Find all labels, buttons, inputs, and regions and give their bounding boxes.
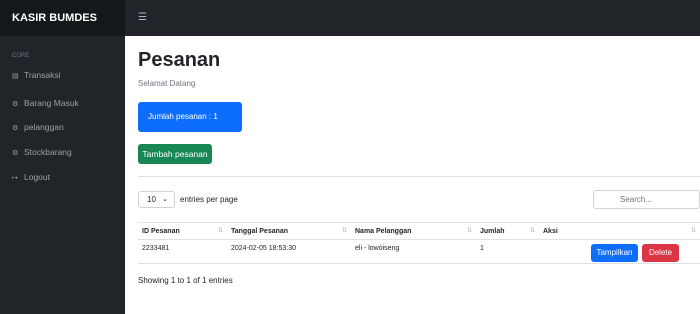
search-input[interactable]: Search... (593, 190, 700, 209)
gear-icon: ⚙ (12, 150, 19, 157)
sidebar-heading: core (12, 53, 30, 59)
sidebar-item-transaksi[interactable]: ▤ Transaksi (12, 70, 61, 80)
show-button[interactable]: Tampilkan (591, 244, 638, 262)
entries-label: entries per page (180, 195, 238, 204)
order-count-card: Jumlah pesanan : 1 (138, 102, 242, 132)
logout-icon: ↦ (12, 175, 18, 182)
sort-icon: ⇅ (529, 228, 535, 234)
entries-value: 10 (147, 195, 156, 204)
sort-icon: ⇅ (690, 228, 696, 234)
column-header-label: Aksi (543, 228, 558, 235)
sidebar-item-label: Barang Masuk (24, 98, 79, 108)
column-header-label: Jumlah (480, 228, 505, 235)
main-content: Pesanan Selamat Datang Jumlah pesanan : … (125, 36, 700, 314)
sort-icon: ⇅ (217, 228, 223, 234)
brand-logo[interactable]: KASIR BUMDES (0, 0, 125, 36)
column-header-action[interactable]: Aksi ⇅ (539, 223, 700, 240)
add-order-button[interactable]: Tambah pesanan (138, 144, 212, 164)
sidebar-item-stockbarang[interactable]: ⚙ Stockbarang (12, 147, 72, 157)
column-header-date[interactable]: Tanggal Pesanan ⇅ (227, 223, 351, 240)
column-header-label: ID Pesanan (142, 228, 180, 235)
sidebar-item-pelanggan[interactable]: ⚙ pelanggan (12, 122, 64, 132)
table-icon: ▤ (12, 73, 19, 80)
sidebar-item-label: Transaksi (24, 70, 61, 80)
delete-button[interactable]: Delete (642, 244, 679, 262)
column-header-name[interactable]: Nama Pelanggan ⇅ (351, 223, 476, 240)
divider (138, 176, 700, 177)
column-header-label: Nama Pelanggan (355, 228, 412, 235)
sidebar-item-label: Logout (24, 172, 50, 182)
sidebar-item-label: Stockbarang (24, 147, 72, 157)
column-header-label: Tanggal Pesanan (231, 228, 289, 235)
column-header-qty[interactable]: Jumlah ⇅ (476, 223, 539, 240)
entries-per-page-select[interactable]: 10 ⌄ (138, 191, 175, 208)
sort-icon: ⇅ (466, 228, 472, 234)
sidebar-item-logout[interactable]: ↦ Logout (12, 172, 50, 182)
page-title: Pesanan (138, 49, 221, 71)
cell-date: 2024-02-05 18:53:30 (231, 245, 296, 252)
column-header-id[interactable]: ID Pesanan ⇅ (138, 223, 227, 240)
chevron-down-icon: ⌄ (162, 196, 168, 203)
sidebar-item-label: pelanggan (24, 122, 64, 132)
cell-name: eli - lowóiseng (355, 245, 400, 252)
gear-icon: ⚙ (12, 125, 19, 132)
sidebar: core ▤ Transaksi ⚙ Barang Masuk ⚙ pelanggan… (0, 36, 125, 314)
top-navbar: KASIR BUMDES ☰ (0, 0, 700, 36)
sidebar-item-barang-masuk[interactable]: ⚙ Barang Masuk (12, 98, 79, 108)
sort-icon: ⇅ (341, 228, 347, 234)
table-header-row: ID Pesanan ⇅ Tanggal Pesanan ⇅ Nama Pelang… (138, 222, 700, 240)
pagination-info: Showing 1 to 1 of 1 entries (138, 276, 233, 285)
page-subtitle: Selamat Datang (138, 79, 196, 88)
gear-icon: ⚙ (12, 101, 19, 108)
cell-qty: 1 (480, 245, 484, 252)
menu-toggle-icon[interactable]: ☰ (138, 12, 147, 23)
cell-id: 2233481 (142, 245, 170, 252)
